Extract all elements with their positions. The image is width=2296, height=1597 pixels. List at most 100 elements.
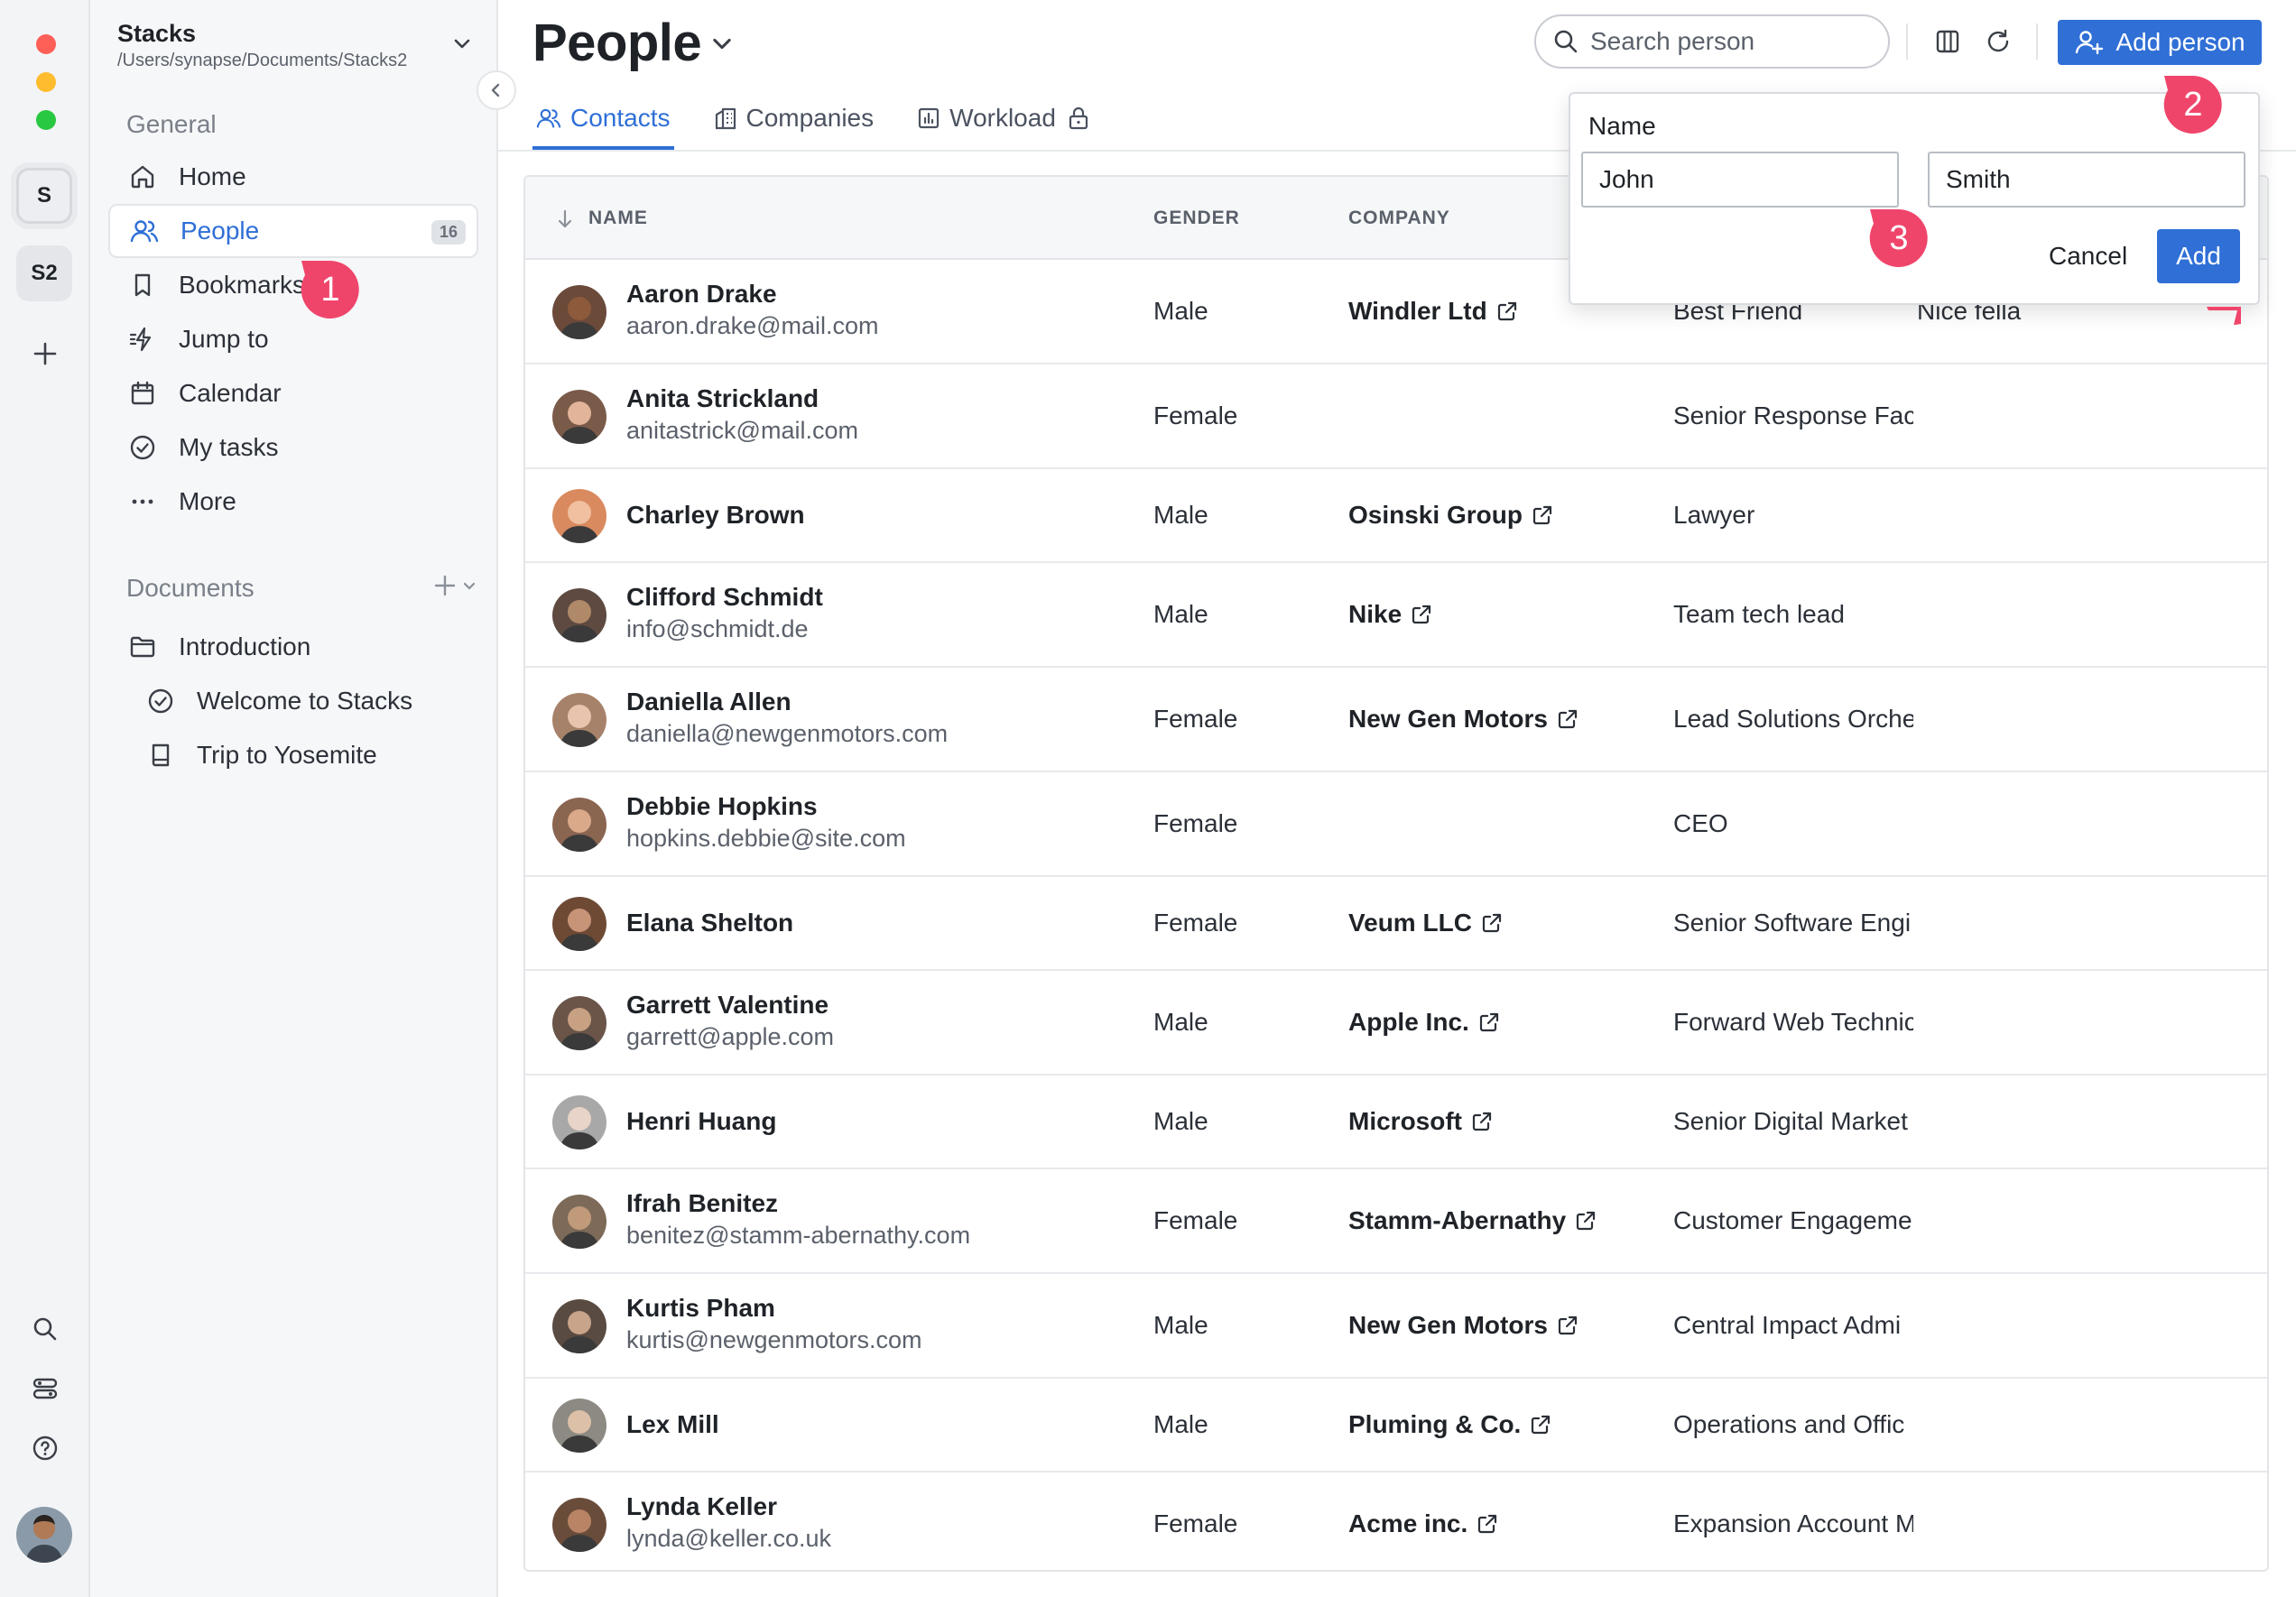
person-name[interactable]: Ifrah Benitez — [626, 1189, 778, 1218]
person-email: hopkins.debbie@site.com — [626, 825, 906, 852]
person-title: Customer Engageme — [1673, 1206, 1912, 1234]
person-name[interactable]: Elana Shelton — [626, 909, 793, 937]
lock-icon — [1067, 106, 1090, 131]
stack-title[interactable]: Stacks — [117, 20, 196, 48]
document-introduction[interactable]: Introduction — [126, 622, 310, 672]
sidebar: Stacks /Users/synapse/Documents/Stacks2 … — [90, 0, 498, 1597]
document-trip[interactable]: Trip to Yosemite — [144, 730, 377, 780]
tab-companies[interactable]: Companies — [710, 87, 878, 150]
user-avatar[interactable] — [16, 1507, 72, 1563]
company-link[interactable]: Osinski Group — [1348, 501, 1553, 530]
avatar — [552, 1195, 606, 1249]
table-row[interactable]: Clifford Schmidt info@schmidt.de Male Nike T… — [525, 563, 2267, 668]
add-button[interactable]: Add — [2157, 229, 2240, 283]
table-row[interactable]: Anita Strickland anitastrick@mail.com Fema… — [525, 365, 2267, 469]
tab-label: Companies — [745, 104, 875, 132]
collapse-sidebar-button[interactable] — [477, 70, 516, 110]
annotation-marker-3: 3 — [1866, 206, 1931, 271]
person-email: aaron.drake@mail.com — [626, 312, 879, 339]
avatar — [552, 897, 606, 951]
sort-down-icon[interactable] — [556, 209, 574, 229]
table-row[interactable]: Lynda Keller lynda@keller.co.uk Female Acme… — [525, 1472, 2267, 1570]
sidebar-item-home[interactable]: Home — [108, 150, 478, 204]
help-icon[interactable] — [27, 1430, 63, 1466]
last-name-field[interactable] — [1928, 152, 2245, 208]
table-row[interactable]: Henri Huang Male Microsoft Senior Digital M… — [525, 1075, 2267, 1169]
company-link[interactable]: Acme inc. — [1348, 1509, 1498, 1538]
person-name[interactable]: Henri Huang — [626, 1107, 776, 1136]
workspace-s[interactable]: S — [16, 168, 72, 224]
column-header-gender[interactable]: GENDER — [1153, 208, 1240, 229]
sidebar-item-my-tasks[interactable]: My tasks — [108, 420, 478, 475]
people-icon — [536, 106, 561, 130]
first-name-field[interactable] — [1581, 152, 1899, 208]
person-name[interactable]: Clifford Schmidt — [626, 583, 823, 612]
check-circle-icon — [144, 685, 177, 717]
company-link[interactable]: Veum LLC — [1348, 909, 1503, 937]
sidebar-item-jump-to[interactable]: Jump to — [108, 312, 478, 366]
sidebar-item-people[interactable]: People 16 — [108, 204, 478, 258]
person-name[interactable]: Lex Mill — [626, 1410, 719, 1439]
document-welcome[interactable]: Welcome to Stacks — [144, 676, 412, 726]
external-link-icon — [1497, 301, 1516, 321]
add-document-button[interactable] — [433, 574, 477, 597]
tab-contacts[interactable]: Contacts — [532, 87, 674, 150]
table-row[interactable]: Ifrah Benitez benitez@stamm-abernathy.com… — [525, 1169, 2267, 1274]
maximize-window-button[interactable] — [36, 110, 56, 130]
sidebar-item-label: My tasks — [179, 433, 279, 461]
avatar — [552, 1095, 606, 1149]
company-link[interactable]: Pluming & Co. — [1348, 1410, 1551, 1439]
table-row[interactable]: Charley Brown Male Osinski Group Lawyer — [525, 469, 2267, 563]
sidebar-item-bookmarks[interactable]: Bookmarks — [108, 258, 478, 312]
company-link[interactable]: New Gen Motors — [1348, 705, 1578, 734]
person-name[interactable]: Charley Brown — [626, 501, 805, 530]
person-gender: Female — [1153, 402, 1238, 429]
person-email: daniella@newgenmotors.com — [626, 720, 949, 747]
more-icon — [126, 485, 159, 518]
search-input[interactable] — [1590, 27, 1861, 56]
refresh-icon[interactable] — [1978, 22, 2018, 61]
person-name[interactable]: Garrett Valentine — [626, 991, 829, 1020]
search-icon[interactable] — [27, 1311, 63, 1347]
company-link[interactable]: Apple Inc. — [1348, 1008, 1500, 1037]
add-person-button[interactable]: Add person — [2058, 20, 2262, 65]
company-name: New Gen Motors — [1348, 1311, 1548, 1339]
person-name[interactable]: Daniella Allen — [626, 688, 792, 716]
table-row[interactable]: Debbie Hopkins hopkins.debbie@site.com Fem… — [525, 772, 2267, 877]
columns-icon[interactable] — [1928, 22, 1967, 61]
table-row[interactable]: Elana Shelton Female Veum LLC Senior Softwa… — [525, 877, 2267, 971]
table-row[interactable]: Garrett Valentine garrett@apple.com Male Ap… — [525, 971, 2267, 1075]
tab-workload[interactable]: Workload — [913, 87, 1094, 150]
column-header-company[interactable]: COMPANY — [1348, 208, 1450, 229]
person-title: Forward Web Technic — [1673, 1008, 1913, 1036]
person-name[interactable]: Kurtis Pham — [626, 1294, 775, 1323]
person-name[interactable]: Debbie Hopkins — [626, 792, 818, 821]
company-link[interactable]: Microsoft — [1348, 1107, 1493, 1136]
workspace-s2[interactable]: S2 — [16, 245, 72, 301]
minimize-window-button[interactable] — [36, 72, 56, 92]
person-name[interactable]: Anita Strickland — [626, 384, 819, 413]
external-link-icon — [1472, 1112, 1492, 1131]
table-row[interactable]: Lex Mill Male Pluming & Co. Operations and … — [525, 1379, 2267, 1472]
close-window-button[interactable] — [36, 34, 56, 54]
external-link-icon — [1558, 1315, 1578, 1335]
table-row[interactable]: Daniella Allen daniella@newgenmotors.com F… — [525, 668, 2267, 772]
add-user-icon — [2076, 31, 2104, 55]
person-name[interactable]: Aaron Drake — [626, 280, 777, 309]
sidebar-item-more[interactable]: More — [108, 475, 478, 529]
company-link[interactable]: New Gen Motors — [1348, 1311, 1578, 1340]
company-link[interactable]: Stamm-Abernathy — [1348, 1206, 1597, 1235]
add-workspace-icon[interactable] — [27, 336, 63, 372]
cancel-button[interactable]: Cancel — [2034, 229, 2142, 283]
table-row[interactable]: Kurtis Pham kurtis@newgenmotors.com Male Ne… — [525, 1274, 2267, 1379]
chart-icon — [917, 106, 940, 130]
search-box[interactable] — [1534, 14, 1890, 69]
chevron-down-icon[interactable] — [709, 31, 735, 60]
company-link[interactable]: Nike — [1348, 600, 1432, 629]
settings-toggle-icon[interactable] — [27, 1371, 63, 1407]
sidebar-item-calendar[interactable]: Calendar — [108, 366, 478, 420]
column-header-name[interactable]: NAME — [588, 208, 648, 229]
company-link[interactable]: Windler Ltd — [1348, 297, 1518, 326]
chevron-down-icon[interactable] — [451, 32, 473, 59]
person-name[interactable]: Lynda Keller — [626, 1492, 777, 1521]
